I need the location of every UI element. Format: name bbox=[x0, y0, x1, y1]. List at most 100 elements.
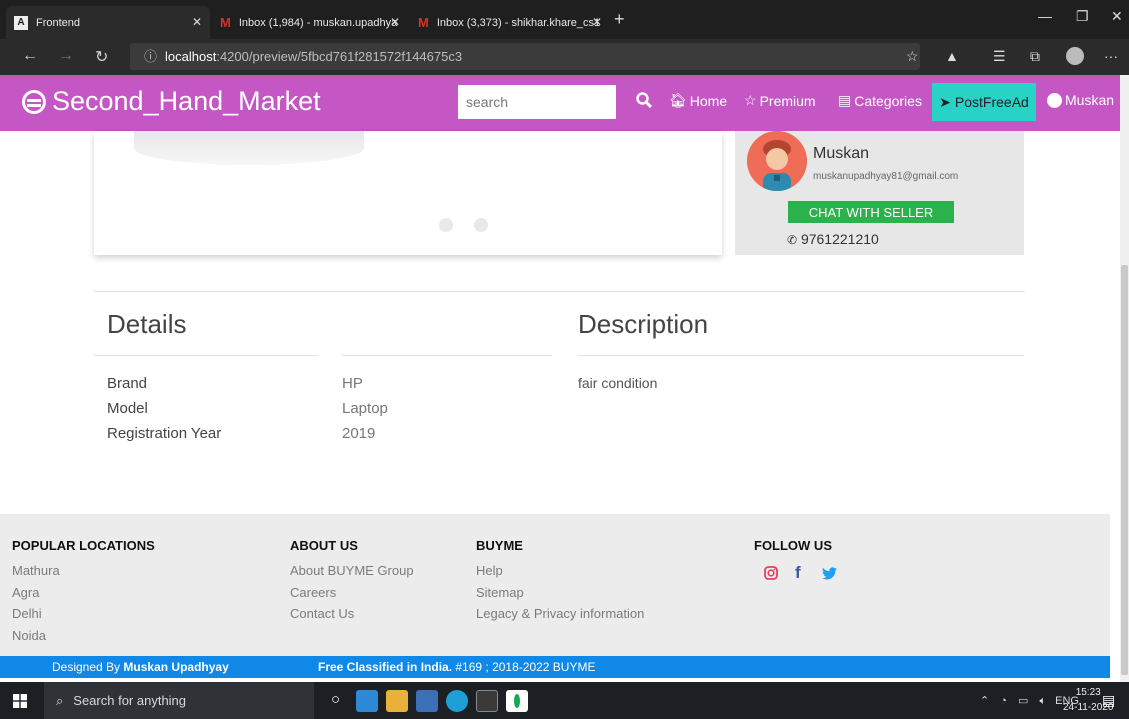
detail-value: Laptop bbox=[342, 400, 388, 417]
footer-link[interactable]: Legacy & Privacy information bbox=[476, 606, 644, 621]
footer-link[interactable]: About BUYME Group bbox=[290, 563, 414, 578]
footer-link[interactable]: Contact Us bbox=[290, 606, 354, 621]
windows-taskbar: ⌕ Search for anything ○ ⌃ ◔ ▭ 🔈︎ ENG 15:2… bbox=[0, 682, 1129, 719]
twitter-icon[interactable] bbox=[822, 567, 837, 580]
premium-link[interactable]: ☆ Premium bbox=[744, 92, 816, 109]
home-link[interactable]: 🏠︎ Home bbox=[669, 92, 727, 109]
detail-label: Registration Year bbox=[107, 425, 222, 442]
post-ad-label: PostFreeAd bbox=[954, 94, 1029, 110]
file-explorer-icon[interactable] bbox=[386, 690, 408, 712]
instagram-icon[interactable] bbox=[764, 566, 778, 580]
network-icon[interactable]: ◔ bbox=[1000, 695, 1007, 707]
tab-title: Frontend bbox=[36, 16, 81, 29]
carousel-indicator[interactable] bbox=[474, 218, 488, 232]
copyright-bar: Designed By Muskan Upadhyay Free Classif… bbox=[0, 656, 1110, 678]
footer-link[interactable]: Agra bbox=[12, 585, 39, 600]
new-tab-icon[interactable]: + bbox=[614, 10, 625, 28]
address-bar-row: ← → ↻ ⓘ localhost:4200/preview/5fbcd761f2… bbox=[0, 39, 1129, 75]
search-icon: ⌕ bbox=[56, 692, 64, 708]
store-icon[interactable] bbox=[416, 690, 438, 712]
cortana-icon[interactable]: ○ bbox=[331, 691, 340, 708]
terminal-icon[interactable] bbox=[476, 690, 498, 712]
tab-inbox-1[interactable]: M Inbox (1,984) - muskan.upadhya ✕ bbox=[212, 6, 408, 39]
tab-frontend[interactable]: A Frontend ✕ bbox=[6, 6, 210, 39]
tab-title: Inbox (3,373) - shikhar.khare_cs1 bbox=[436, 16, 601, 29]
home-icon: 🏠︎ bbox=[669, 92, 687, 108]
windows-start-icon[interactable] bbox=[13, 694, 27, 708]
frontend-favicon-icon: A bbox=[14, 15, 28, 30]
seller-avatar bbox=[747, 131, 807, 191]
mongodb-icon[interactable] bbox=[506, 690, 528, 712]
collections-icon[interactable]: ⧉ bbox=[1030, 48, 1040, 65]
close-tab-icon[interactable]: ✕ bbox=[592, 15, 602, 29]
extension-icon[interactable]: ▲ bbox=[945, 48, 959, 64]
url-field[interactable]: ⓘ localhost:4200/preview/5fbcd761f281572f… bbox=[130, 43, 920, 70]
tray-chevron-icon[interactable]: ⌃ bbox=[980, 695, 989, 707]
popular-locations-heading: POPULAR LOCATIONS bbox=[12, 538, 155, 553]
search-icon[interactable] bbox=[636, 92, 652, 108]
categories-link[interactable]: ▤ Categories bbox=[838, 92, 922, 109]
description-text: fair condition bbox=[578, 375, 658, 391]
mail-icon[interactable] bbox=[356, 690, 378, 712]
brand-logo[interactable]: Second_Hand_Market bbox=[22, 86, 321, 117]
premium-label: Premium bbox=[759, 92, 816, 109]
volume-icon[interactable]: 🔈︎ bbox=[1039, 695, 1046, 707]
gmail-icon: M bbox=[418, 15, 429, 30]
profile-icon[interactable] bbox=[1066, 47, 1084, 65]
follow-us-heading: FOLLOW US bbox=[754, 538, 832, 553]
restore-icon[interactable]: ❐ bbox=[1076, 8, 1089, 25]
back-icon[interactable]: ← bbox=[22, 47, 38, 65]
about-us-heading: ABOUT US bbox=[290, 538, 358, 553]
designed-by: Designed By Muskan Upadhyay bbox=[52, 660, 229, 674]
minimize-icon[interactable]: — bbox=[1038, 8, 1052, 24]
close-tab-icon[interactable]: ✕ bbox=[192, 15, 202, 29]
tab-title: Inbox (1,984) - muskan.upadhya bbox=[238, 16, 398, 29]
more-menu-icon[interactable]: ··· bbox=[1104, 48, 1118, 64]
chat-with-seller-button[interactable]: CHAT WITH SELLER bbox=[788, 201, 954, 223]
url-host: localhost bbox=[165, 49, 217, 64]
send-icon: ➤ bbox=[939, 93, 951, 110]
notifications-icon[interactable]: ▤ bbox=[1102, 692, 1115, 709]
footer-link[interactable]: Help bbox=[476, 563, 503, 578]
page-scrollbar[interactable] bbox=[1120, 75, 1129, 682]
close-window-icon[interactable]: ✕ bbox=[1111, 8, 1123, 25]
classified-bold: Free Classified in India. bbox=[318, 660, 453, 674]
battery-icon[interactable]: ▭ bbox=[1018, 695, 1028, 707]
scrollbar-thumb[interactable] bbox=[1121, 265, 1128, 675]
url-path: :4200/preview/5fbcd761f281572f144675c3 bbox=[216, 49, 463, 64]
refresh-icon[interactable]: ↻ bbox=[95, 47, 108, 67]
footer-link[interactable]: Sitemap bbox=[476, 585, 524, 600]
site-navbar: Second_Hand_Market 🏠︎Home ☆Premium ▤Cate… bbox=[0, 75, 1129, 131]
categories-label: Categories bbox=[854, 92, 922, 109]
user-circle-icon bbox=[1047, 92, 1062, 108]
phone-icon: ✆ bbox=[787, 233, 798, 247]
details-heading: Details bbox=[107, 309, 187, 339]
detail-label: Brand bbox=[107, 375, 148, 392]
favorite-star-icon[interactable]: ☆ bbox=[906, 48, 919, 65]
product-image-carousel[interactable] bbox=[94, 131, 722, 255]
footer-link[interactable]: Careers bbox=[290, 585, 336, 600]
designed-by-prefix: Designed By bbox=[52, 660, 121, 674]
carousel-indicator[interactable] bbox=[439, 218, 453, 232]
tab-inbox-2[interactable]: M Inbox (3,373) - shikhar.khare_cs1 ✕ bbox=[410, 6, 610, 39]
post-free-ad-button[interactable]: ➤ PostFreeAd bbox=[932, 83, 1036, 121]
product-image bbox=[134, 131, 364, 165]
description-heading: Description bbox=[578, 309, 709, 339]
search-input[interactable] bbox=[458, 85, 616, 119]
close-tab-icon[interactable]: ✕ bbox=[390, 15, 400, 29]
star-icon: ☆ bbox=[744, 92, 757, 108]
forward-icon[interactable]: → bbox=[58, 47, 74, 65]
footer-link[interactable]: Delhi bbox=[12, 606, 42, 621]
edge-browser-icon[interactable] bbox=[446, 690, 468, 712]
home-label: Home bbox=[689, 92, 728, 109]
description-underline bbox=[578, 355, 1024, 356]
footer-link[interactable]: Noida bbox=[12, 628, 46, 643]
document-icon: ▤ bbox=[838, 92, 852, 108]
details-underline bbox=[94, 355, 318, 356]
classified-rest: #169 ; 2018-2022 BUYME bbox=[452, 660, 596, 674]
favorites-bar-icon[interactable]: ☰ bbox=[993, 48, 1006, 65]
user-menu[interactable]: Muskan bbox=[1047, 92, 1114, 108]
facebook-icon[interactable]: f bbox=[795, 563, 801, 583]
taskbar-search[interactable]: ⌕ Search for anything bbox=[44, 682, 314, 719]
footer-link[interactable]: Mathura bbox=[12, 563, 60, 578]
